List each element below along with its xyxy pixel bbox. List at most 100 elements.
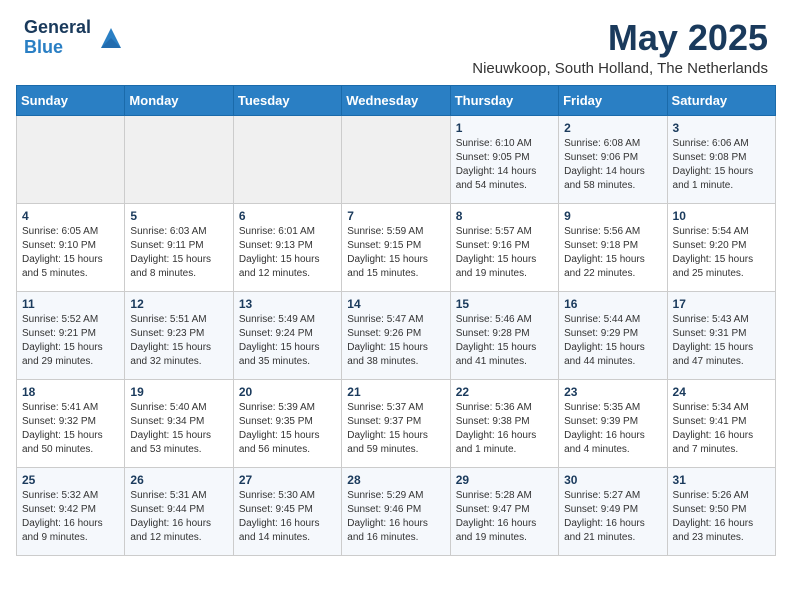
calendar-cell: [233, 115, 341, 203]
day-info: Sunrise: 6:05 AM Sunset: 9:10 PM Dayligh…: [22, 225, 119, 281]
day-info: Sunrise: 5:57 AM Sunset: 9:16 PM Dayligh…: [456, 225, 553, 281]
calendar-cell: 17 Sunrise: 5:43 AM Sunset: 9:31 PM Dayli…: [667, 291, 775, 379]
calendar-cell: 8 Sunrise: 5:57 AM Sunset: 9:16 PM Daylig…: [450, 203, 558, 291]
calendar-cell: [125, 115, 233, 203]
day-info: Sunrise: 5:37 AM Sunset: 9:37 PM Dayligh…: [347, 401, 444, 457]
day-info: Sunrise: 5:29 AM Sunset: 9:46 PM Dayligh…: [347, 489, 444, 545]
day-info: Sunrise: 5:56 AM Sunset: 9:18 PM Dayligh…: [564, 225, 661, 281]
day-info: Sunrise: 6:10 AM Sunset: 9:05 PM Dayligh…: [456, 137, 553, 193]
day-info: Sunrise: 5:43 AM Sunset: 9:31 PM Dayligh…: [673, 313, 770, 369]
logo-general: General: [24, 18, 91, 38]
day-number: 10: [673, 209, 770, 223]
day-number: 13: [239, 297, 336, 311]
logo-blue: Blue: [24, 38, 91, 58]
day-info: Sunrise: 5:30 AM Sunset: 9:45 PM Dayligh…: [239, 489, 336, 545]
day-number: 19: [130, 385, 227, 399]
calendar-cell: 1 Sunrise: 6:10 AM Sunset: 9:05 PM Daylig…: [450, 115, 558, 203]
day-number: 16: [564, 297, 661, 311]
day-number: 1: [456, 121, 553, 135]
day-number: 29: [456, 473, 553, 487]
weekday-header-saturday: Saturday: [667, 85, 775, 115]
week-row-2: 4 Sunrise: 6:05 AM Sunset: 9:10 PM Daylig…: [17, 203, 776, 291]
day-number: 8: [456, 209, 553, 223]
calendar-cell: 16Sunrise: 5:44 AM Sunset: 9:29 PM Dayli…: [559, 291, 667, 379]
day-info: Sunrise: 5:52 AM Sunset: 9:21 PM Dayligh…: [22, 313, 119, 369]
weekday-header-thursday: Thursday: [450, 85, 558, 115]
calendar-cell: 4 Sunrise: 6:05 AM Sunset: 9:10 PM Daylig…: [17, 203, 125, 291]
day-number: 4: [22, 209, 119, 223]
day-info: Sunrise: 5:51 AM Sunset: 9:23 PM Dayligh…: [130, 313, 227, 369]
weekday-header-monday: Monday: [125, 85, 233, 115]
calendar-cell: 25Sunrise: 5:32 AM Sunset: 9:42 PM Dayli…: [17, 467, 125, 555]
month-title: May 2025: [472, 18, 768, 58]
calendar-cell: 2Sunrise: 6:08 AM Sunset: 9:06 PM Daylig…: [559, 115, 667, 203]
day-info: Sunrise: 5:35 AM Sunset: 9:39 PM Dayligh…: [564, 401, 661, 457]
calendar-cell: [342, 115, 450, 203]
title-block: May 2025 Nieuwkoop, South Holland, The N…: [472, 18, 768, 77]
logo-icon: [97, 24, 125, 52]
day-number: 12: [130, 297, 227, 311]
calendar-cell: 6 Sunrise: 6:01 AM Sunset: 9:13 PM Daylig…: [233, 203, 341, 291]
day-number: 28: [347, 473, 444, 487]
week-row-3: 11Sunrise: 5:52 AM Sunset: 9:21 PM Dayli…: [17, 291, 776, 379]
location-subtitle: Nieuwkoop, South Holland, The Netherland…: [472, 60, 768, 77]
day-info: Sunrise: 6:06 AM Sunset: 9:08 PM Dayligh…: [673, 137, 770, 193]
calendar-cell: 5 Sunrise: 6:03 AM Sunset: 9:11 PM Daylig…: [125, 203, 233, 291]
day-number: 31: [673, 473, 770, 487]
day-info: Sunrise: 5:28 AM Sunset: 9:47 PM Dayligh…: [456, 489, 553, 545]
calendar-cell: 22Sunrise: 5:36 AM Sunset: 9:38 PM Dayli…: [450, 379, 558, 467]
day-number: 21: [347, 385, 444, 399]
day-info: Sunrise: 5:31 AM Sunset: 9:44 PM Dayligh…: [130, 489, 227, 545]
calendar-cell: 29 Sunrise: 5:28 AM Sunset: 9:47 PM Dayli…: [450, 467, 558, 555]
day-number: 7: [347, 209, 444, 223]
weekday-header-tuesday: Tuesday: [233, 85, 341, 115]
day-number: 18: [22, 385, 119, 399]
day-number: 3: [673, 121, 770, 135]
day-number: 26: [130, 473, 227, 487]
weekday-header-row: SundayMondayTuesdayWednesdayThursdayFrid…: [17, 85, 776, 115]
calendar-cell: 20 Sunrise: 5:39 AM Sunset: 9:35 PM Dayli…: [233, 379, 341, 467]
calendar-table: SundayMondayTuesdayWednesdayThursdayFrid…: [16, 85, 776, 556]
day-number: 24: [673, 385, 770, 399]
day-info: Sunrise: 5:40 AM Sunset: 9:34 PM Dayligh…: [130, 401, 227, 457]
day-info: Sunrise: 5:54 AM Sunset: 9:20 PM Dayligh…: [673, 225, 770, 281]
calendar-cell: 23Sunrise: 5:35 AM Sunset: 9:39 PM Dayli…: [559, 379, 667, 467]
day-number: 2: [564, 121, 661, 135]
calendar-cell: 26 Sunrise: 5:31 AM Sunset: 9:44 PM Dayli…: [125, 467, 233, 555]
day-number: 20: [239, 385, 336, 399]
logo: General Blue: [24, 18, 125, 58]
calendar-cell: 21 Sunrise: 5:37 AM Sunset: 9:37 PM Dayli…: [342, 379, 450, 467]
week-row-4: 18 Sunrise: 5:41 AM Sunset: 9:32 PM Dayli…: [17, 379, 776, 467]
calendar-cell: [17, 115, 125, 203]
calendar-cell: 27 Sunrise: 5:30 AM Sunset: 9:45 PM Dayli…: [233, 467, 341, 555]
day-info: Sunrise: 5:39 AM Sunset: 9:35 PM Dayligh…: [239, 401, 336, 457]
week-row-5: 25Sunrise: 5:32 AM Sunset: 9:42 PM Dayli…: [17, 467, 776, 555]
day-info: Sunrise: 6:03 AM Sunset: 9:11 PM Dayligh…: [130, 225, 227, 281]
calendar-cell: 18 Sunrise: 5:41 AM Sunset: 9:32 PM Dayli…: [17, 379, 125, 467]
day-number: 15: [456, 297, 553, 311]
day-number: 17: [673, 297, 770, 311]
calendar-cell: 31 Sunrise: 5:26 AM Sunset: 9:50 PM Dayli…: [667, 467, 775, 555]
day-info: Sunrise: 5:26 AM Sunset: 9:50 PM Dayligh…: [673, 489, 770, 545]
day-number: 6: [239, 209, 336, 223]
day-number: 22: [456, 385, 553, 399]
calendar-cell: 28 Sunrise: 5:29 AM Sunset: 9:46 PM Dayli…: [342, 467, 450, 555]
day-number: 27: [239, 473, 336, 487]
day-info: Sunrise: 6:01 AM Sunset: 9:13 PM Dayligh…: [239, 225, 336, 281]
day-info: Sunrise: 5:49 AM Sunset: 9:24 PM Dayligh…: [239, 313, 336, 369]
calendar-cell: 15Sunrise: 5:46 AM Sunset: 9:28 PM Dayli…: [450, 291, 558, 379]
day-info: Sunrise: 5:27 AM Sunset: 9:49 PM Dayligh…: [564, 489, 661, 545]
calendar-cell: 11Sunrise: 5:52 AM Sunset: 9:21 PM Dayli…: [17, 291, 125, 379]
day-number: 5: [130, 209, 227, 223]
calendar-cell: 9 Sunrise: 5:56 AM Sunset: 9:18 PM Daylig…: [559, 203, 667, 291]
day-info: Sunrise: 5:59 AM Sunset: 9:15 PM Dayligh…: [347, 225, 444, 281]
week-row-1: 1 Sunrise: 6:10 AM Sunset: 9:05 PM Daylig…: [17, 115, 776, 203]
calendar-cell: 14Sunrise: 5:47 AM Sunset: 9:26 PM Dayli…: [342, 291, 450, 379]
day-number: 9: [564, 209, 661, 223]
header: General Blue May 2025 Nieuwkoop, South H…: [0, 0, 792, 85]
day-info: Sunrise: 5:41 AM Sunset: 9:32 PM Dayligh…: [22, 401, 119, 457]
day-number: 30: [564, 473, 661, 487]
calendar-cell: 30 Sunrise: 5:27 AM Sunset: 9:49 PM Dayli…: [559, 467, 667, 555]
calendar-cell: 19 Sunrise: 5:40 AM Sunset: 9:34 PM Dayli…: [125, 379, 233, 467]
calendar-cell: 3 Sunrise: 6:06 AM Sunset: 9:08 PM Daylig…: [667, 115, 775, 203]
